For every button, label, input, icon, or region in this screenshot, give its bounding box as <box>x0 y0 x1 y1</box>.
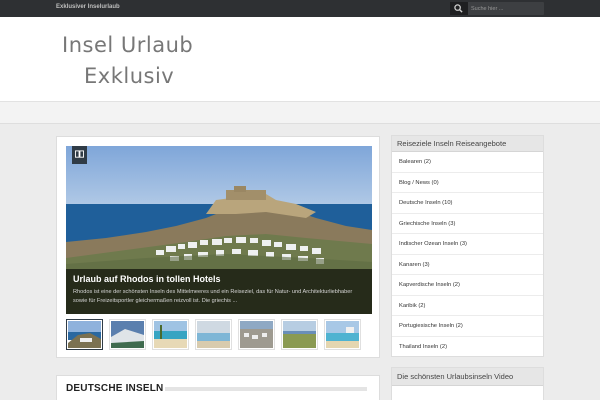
search-button[interactable] <box>450 2 468 15</box>
section-title: DEUTSCHE INSELN <box>66 383 164 394</box>
thumbnail-7[interactable] <box>324 319 361 350</box>
search-icon <box>454 4 463 13</box>
thumb-image-5 <box>240 321 273 348</box>
category-item[interactable]: Deutsche Inseln (10) <box>392 193 543 214</box>
thumbnail-6[interactable] <box>281 319 318 350</box>
sidebar-categories-widget: Reiseziele Inseln Reiseangebote Balearen… <box>391 135 544 357</box>
slide-caption: Urlaub auf Rhodos in tollen Hotels Rhodo… <box>66 269 372 314</box>
main-nav-bar <box>0 101 600 124</box>
category-item[interactable]: Balearen (2) <box>392 152 543 173</box>
slide-image-link[interactable]: Urlaub auf Rhodos in tollen Hotels Rhodo… <box>66 146 372 314</box>
category-item[interactable]: Karibik (2) <box>392 296 543 316</box>
search-input[interactable] <box>469 2 543 15</box>
thumbnail-5[interactable] <box>238 319 275 350</box>
slide-title-link[interactable]: Urlaub auf Rhodos in tollen Hotels <box>73 274 365 284</box>
thumbnail-2[interactable] <box>109 319 146 350</box>
section-deutsche-inseln: DEUTSCHE INSELN <box>56 375 380 400</box>
category-item[interactable]: Griechische Inseln (3) <box>392 214 543 234</box>
category-item[interactable]: Blog / News (0) <box>392 173 543 193</box>
thumb-image-6 <box>283 321 316 348</box>
category-item[interactable]: Thailand Inseln (2) <box>392 337 543 358</box>
book-icon <box>75 150 84 158</box>
slider-badge <box>72 146 87 164</box>
thumb-image-3 <box>154 321 187 348</box>
thumb-image-7 <box>326 321 359 348</box>
search-box <box>450 2 544 15</box>
slider-thumbnails <box>66 319 372 353</box>
thumb-image-1 <box>68 321 101 348</box>
widget-title: Die schönsten Urlaubsinseln Video <box>392 368 543 386</box>
top-bar: Exklusiver Inselurlaub <box>0 0 600 17</box>
slide-excerpt: Rhodos ist eine der schönsten Inseln des… <box>73 289 353 304</box>
logo-line-2[interactable]: Exklusiv <box>84 64 174 88</box>
category-list: Balearen (2) Blog / News (0) Deutsche In… <box>392 152 543 357</box>
category-item[interactable]: Indischer Ozean Inseln (3) <box>392 234 543 255</box>
category-item[interactable]: Kanaren (3) <box>392 255 543 275</box>
thumbnail-1[interactable] <box>66 319 103 350</box>
widget-title: Reiseziele Inseln Reiseangebote <box>392 136 543 152</box>
sidebar-video-widget: Die schönsten Urlaubsinseln Video <box>391 367 544 400</box>
thumb-image-2 <box>111 321 144 348</box>
thumbnail-3[interactable] <box>152 319 189 350</box>
site-name-link[interactable]: Exklusiver Inselurlaub <box>56 4 120 10</box>
thumb-image-4 <box>197 321 230 348</box>
section-title-rule <box>165 387 367 391</box>
category-item[interactable]: Portugiesische Inseln (2) <box>392 316 543 337</box>
category-item[interactable]: Kapverdische Inseln (2) <box>392 275 543 296</box>
site-header: Insel Urlaub Exklusiv <box>0 17 600 101</box>
thumbnail-4[interactable] <box>195 319 232 350</box>
featured-slider-box: Urlaub auf Rhodos in tollen Hotels Rhodo… <box>56 136 380 358</box>
logo-line-1[interactable]: Insel Urlaub <box>62 33 193 57</box>
